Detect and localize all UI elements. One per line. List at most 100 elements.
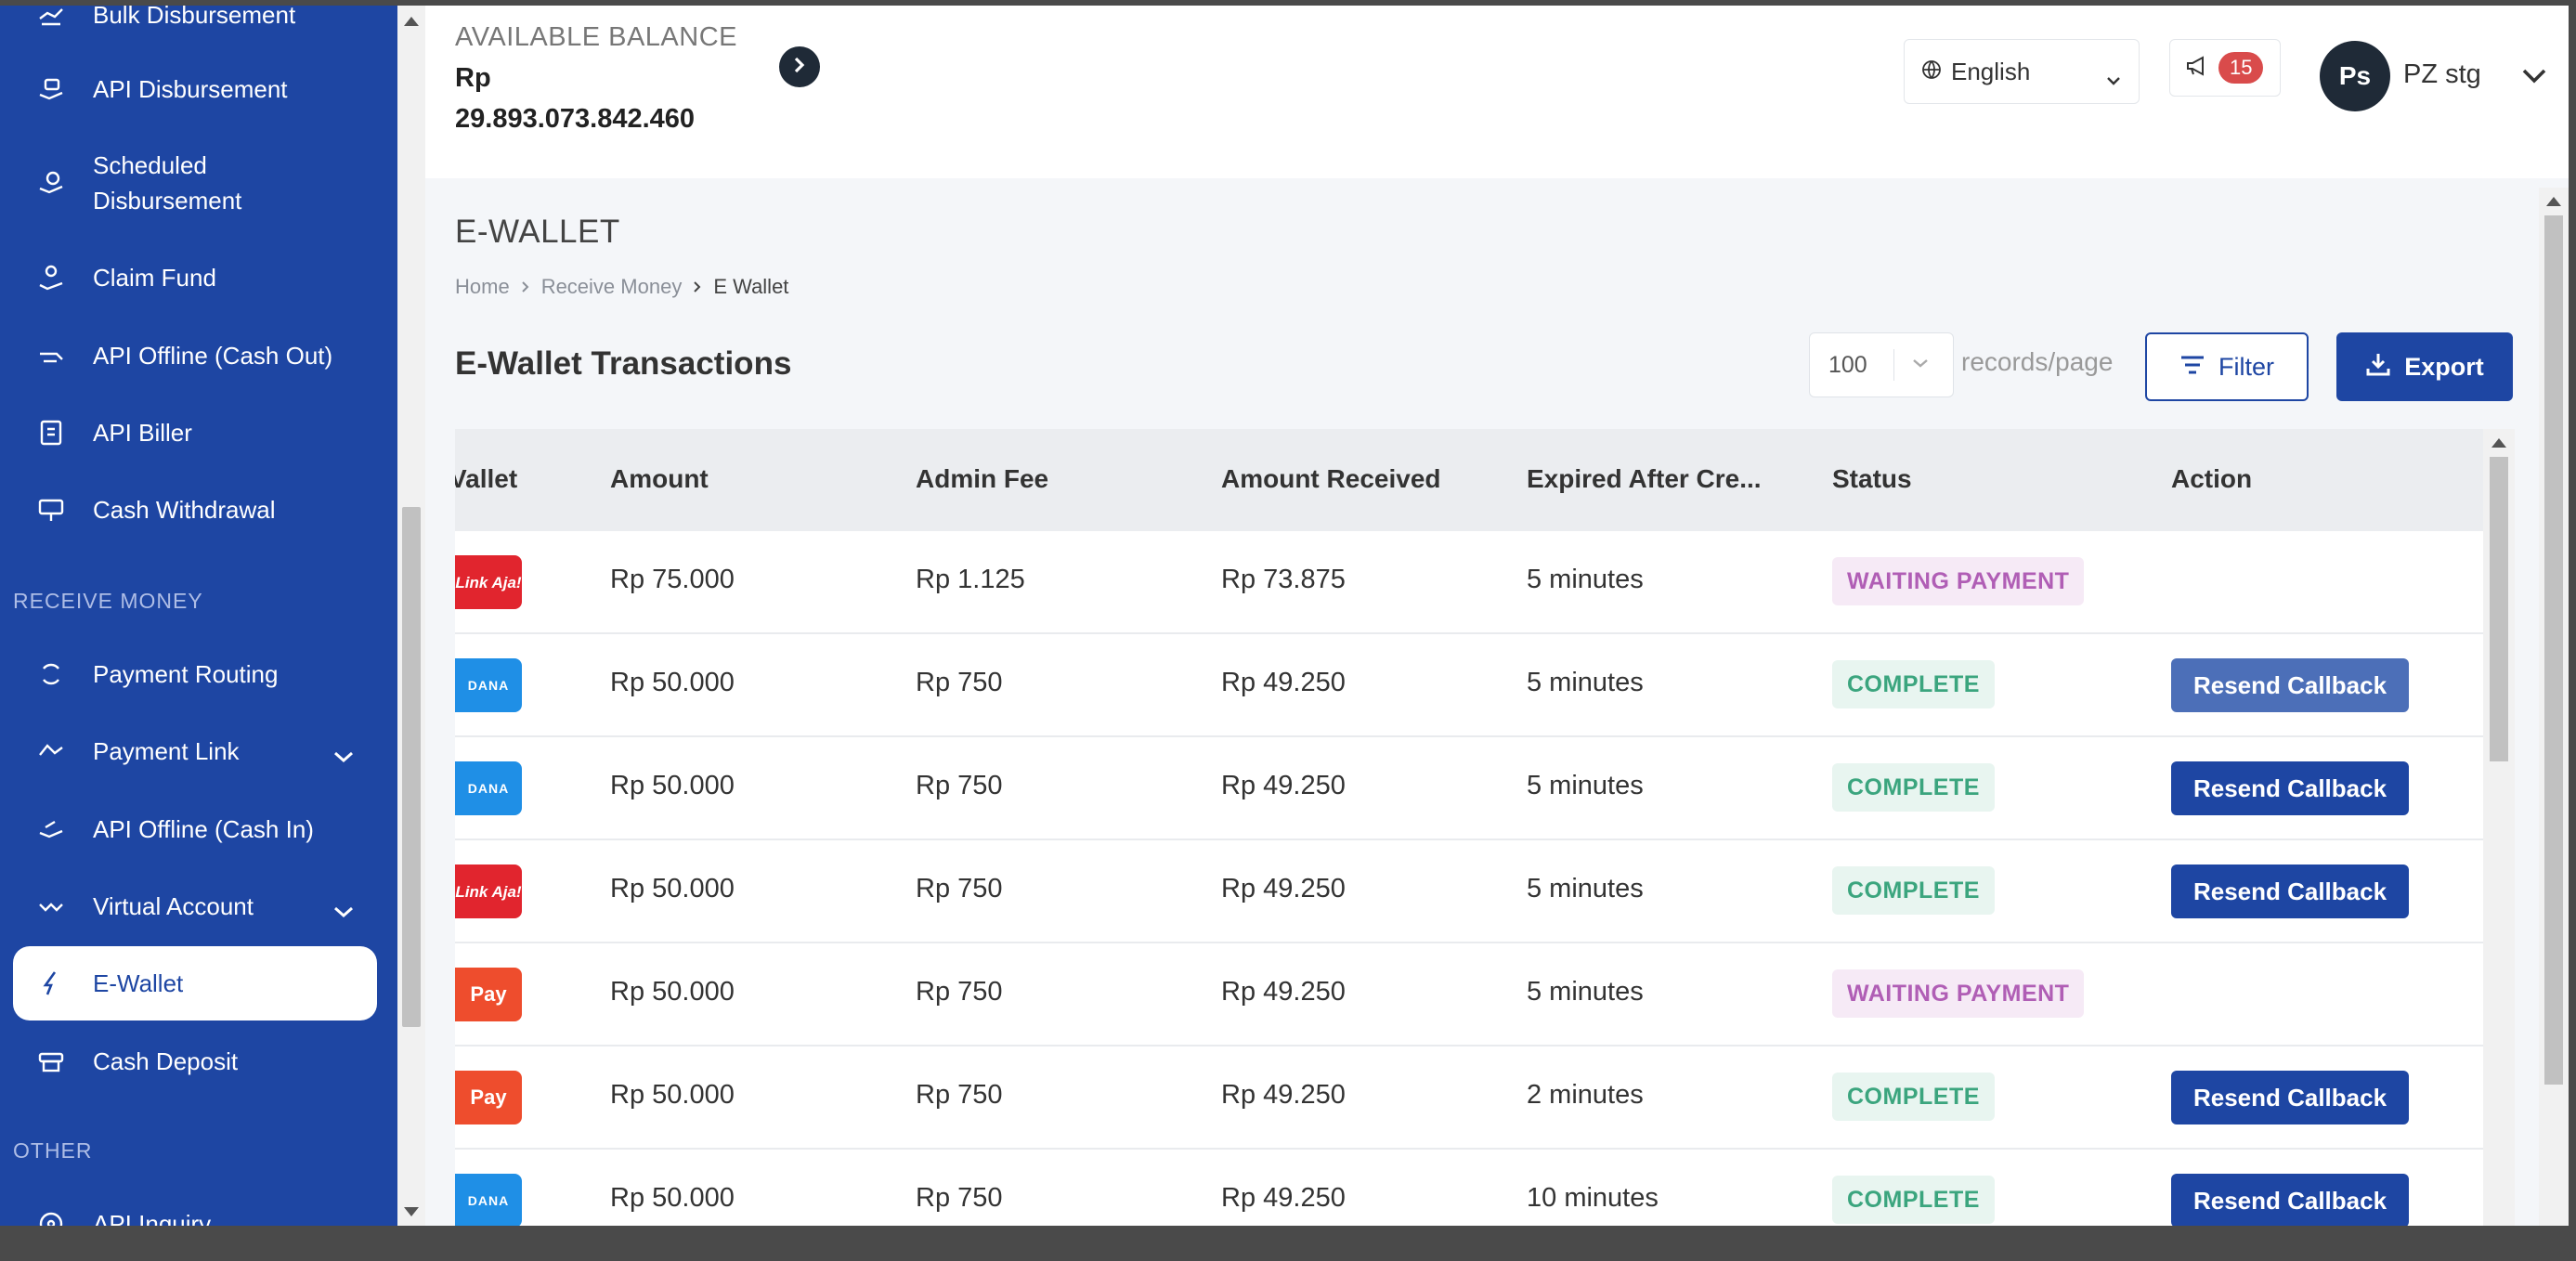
- notifications-button[interactable]: 15: [2169, 39, 2281, 97]
- scroll-up-arrow-icon[interactable]: [2546, 197, 2561, 206]
- cell-expired: 5 minutes: [1527, 977, 1644, 1007]
- column-header-amount[interactable]: Amount: [610, 464, 709, 494]
- sidebar-item-e-wallet[interactable]: E-Wallet: [13, 946, 377, 1020]
- status-badge: COMPLETE: [1832, 1176, 1995, 1224]
- balance-currency: Rp: [455, 63, 491, 93]
- chevron-down-icon[interactable]: [332, 897, 355, 926]
- wallet-logo-text: Pay: [470, 982, 507, 1006]
- column-header-wallet[interactable]: Vallet: [455, 464, 517, 494]
- scroll-up-arrow-icon[interactable]: [2491, 438, 2506, 448]
- records-per-page-label: records/page: [1961, 347, 2114, 376]
- sidebar-item-label: Cash Withdrawal: [93, 496, 276, 524]
- sidebar-item-api-disbursement[interactable]: API Disbursement: [13, 52, 377, 126]
- breadcrumb-home[interactable]: Home: [455, 275, 510, 299]
- chevron-down-icon[interactable]: [2520, 67, 2548, 90]
- claim-fund-icon: [35, 262, 67, 293]
- cell-admin-fee: Rp 750: [916, 1183, 1003, 1213]
- wallet-logo-text: Link Aja!: [455, 573, 522, 592]
- sidebar-item-scheduled-disbursement[interactable]: Scheduled Disbursement: [13, 138, 377, 228]
- chevron-down-icon[interactable]: [332, 742, 355, 771]
- sidebar-item-label: Cash Deposit: [93, 1047, 239, 1075]
- api-biller-icon: [35, 417, 67, 448]
- status-badge: WAITING PAYMENT: [1832, 969, 2085, 1018]
- language-value: English: [1951, 57, 2031, 85]
- scrollbar-thumb[interactable]: [2490, 457, 2508, 761]
- breadcrumb-receive-money[interactable]: Receive Money: [541, 275, 683, 299]
- app-window: Bulk Disbursement API Disbursement Sched…: [0, 6, 2569, 1226]
- sidebar-item-label: Claim Fund: [93, 264, 216, 292]
- avatar[interactable]: Ps: [2320, 41, 2390, 111]
- column-header-amount-received[interactable]: Amount Received: [1221, 464, 1441, 494]
- records-per-page-value: 100: [1828, 351, 1867, 378]
- cell-admin-fee: Rp 750: [916, 874, 1003, 904]
- sidebar-item-api-biller[interactable]: API Biller: [13, 396, 377, 470]
- cell-amount-received: Rp 49.250: [1221, 874, 1346, 904]
- cell-amount-received: Rp 49.250: [1221, 1183, 1346, 1213]
- dana-logo: DANA: [455, 1174, 522, 1226]
- balance-detail-button[interactable]: [779, 46, 820, 87]
- sidebar-item-claim-fund[interactable]: Claim Fund: [13, 240, 377, 315]
- resend-callback-button[interactable]: Resend Callback: [2171, 864, 2409, 918]
- scrollbar-thumb[interactable]: [2544, 215, 2563, 1085]
- filter-label: Filter: [2218, 352, 2274, 381]
- sidebar-item-cash-withdrawal[interactable]: Cash Withdrawal: [13, 473, 377, 547]
- scheduled-disbursement-icon: [35, 167, 67, 199]
- cell-amount: Rp 50.000: [610, 874, 735, 904]
- sidebar-scrollbar[interactable]: [397, 6, 425, 1226]
- column-header-status[interactable]: Status: [1832, 464, 1912, 494]
- records-per-page-select[interactable]: 100: [1809, 332, 1954, 397]
- sidebar-item-api-inquiry[interactable]: API Inquiry: [13, 1187, 377, 1226]
- api-offline-cash-in-icon: [35, 813, 67, 845]
- shopeepay-logo: Pay: [455, 968, 522, 1021]
- linkaja-logo: Link Aja!: [455, 555, 522, 609]
- table-row: DANA Rp 50.000 Rp 750 Rp 49.250 5 minute…: [455, 634, 2483, 737]
- balance-value: 29.893.073.842.460: [455, 104, 696, 134]
- sidebar-item-label: API Offline (Cash Out): [93, 342, 333, 370]
- sidebar-item-label: Scheduled Disbursement: [93, 148, 241, 218]
- sidebar-item-label: API Biller: [93, 419, 192, 447]
- sidebar-item-label: Bulk Disbursement: [93, 6, 296, 29]
- table-scrollbar[interactable]: [2483, 429, 2515, 1226]
- resend-callback-button[interactable]: Resend Callback: [2171, 1174, 2409, 1226]
- language-select[interactable]: English: [1904, 39, 2140, 104]
- download-icon: [2365, 351, 2404, 384]
- scrollbar-thumb[interactable]: [402, 507, 421, 1027]
- resend-callback-button[interactable]: Resend Callback: [2171, 761, 2409, 815]
- payment-routing-icon: [35, 658, 67, 690]
- column-header-action: Action: [2171, 464, 2253, 493]
- e-wallet-icon: [35, 968, 67, 999]
- export-button[interactable]: Export: [2336, 332, 2513, 401]
- table-row: Link Aja! Rp 50.000 Rp 750 Rp 49.250 5 m…: [455, 840, 2483, 943]
- balance-title: AVAILABLE BALANCE: [455, 22, 738, 52]
- scroll-up-arrow-icon[interactable]: [404, 17, 419, 26]
- column-header-admin-fee[interactable]: Admin Fee: [916, 464, 1048, 494]
- user-name[interactable]: PZ stg: [2403, 59, 2481, 90]
- api-inquiry-icon: [35, 1208, 67, 1226]
- section-title-other: OTHER: [13, 1138, 93, 1163]
- status-badge: COMPLETE: [1832, 1072, 1995, 1121]
- cell-amount: Rp 50.000: [610, 1183, 735, 1213]
- filter-button[interactable]: Filter: [2145, 332, 2309, 401]
- api-offline-cash-out-icon: [35, 340, 67, 371]
- sidebar-item-virtual-account[interactable]: Virtual Account: [13, 869, 377, 943]
- main-scrollbar[interactable]: [2539, 188, 2569, 1226]
- resend-callback-button[interactable]: Resend Callback: [2171, 1071, 2409, 1124]
- chevron-down-icon: [1911, 357, 1930, 373]
- page-title: E-WALLET: [455, 214, 620, 250]
- sidebar-item-label: API Disbursement: [93, 75, 288, 103]
- sidebar-item-cash-deposit[interactable]: Cash Deposit: [13, 1024, 377, 1098]
- column-header-expired[interactable]: Expired After Cre...: [1527, 464, 1762, 494]
- sidebar-item-api-offline-cash-in[interactable]: API Offline (Cash In): [13, 792, 377, 866]
- sidebar-item-payment-routing[interactable]: Payment Routing: [13, 637, 377, 711]
- scroll-down-arrow-icon[interactable]: [404, 1207, 419, 1216]
- sidebar-item-api-offline-cash-out[interactable]: API Offline (Cash Out): [13, 318, 377, 393]
- transactions-table: Vallet Amount Admin Fee Amount Received …: [455, 429, 2515, 1226]
- cell-expired: 2 minutes: [1527, 1080, 1644, 1110]
- sidebar-item-bulk-disbursement[interactable]: Bulk Disbursement: [13, 6, 377, 52]
- status-badge: COMPLETE: [1832, 660, 1995, 708]
- resend-callback-button[interactable]: Resend Callback: [2171, 658, 2409, 712]
- sidebar-item-label: Virtual Account: [93, 892, 254, 920]
- sidebar-item-payment-link[interactable]: Payment Link: [13, 714, 377, 788]
- chevron-right-icon: [791, 56, 808, 79]
- notification-count-badge: 15: [2218, 52, 2264, 84]
